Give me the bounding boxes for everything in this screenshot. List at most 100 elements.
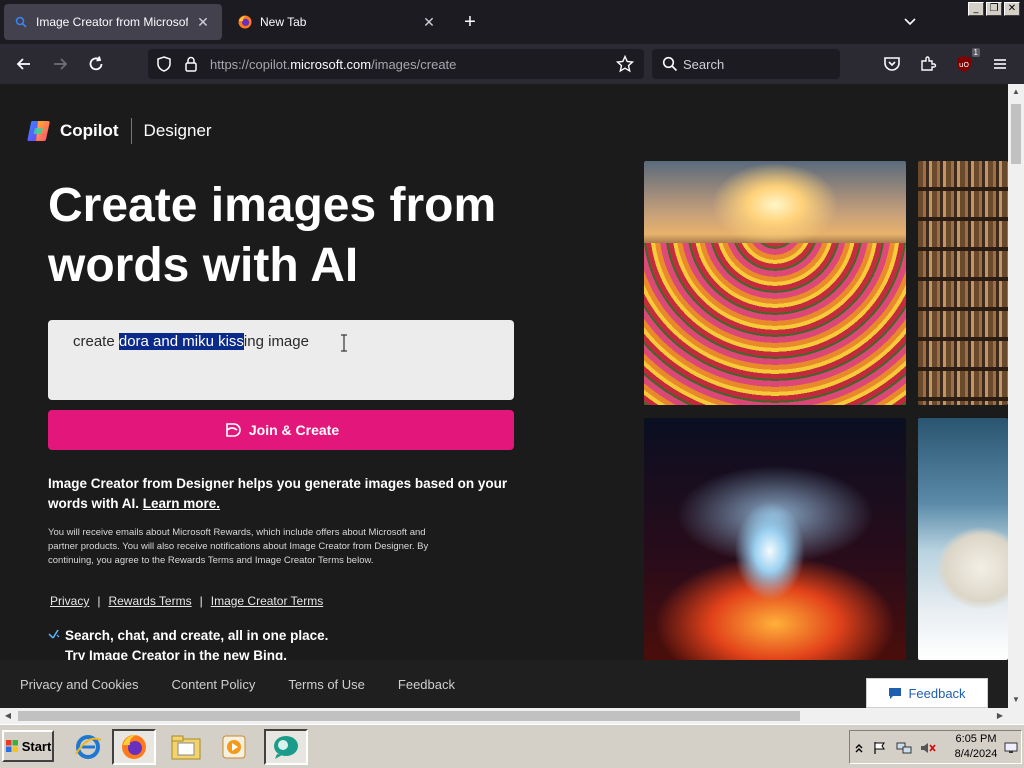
- extension-badge: 1: [971, 48, 980, 57]
- footer-feedback-link[interactable]: Feedback: [398, 677, 455, 692]
- close-icon[interactable]: ✕: [420, 14, 438, 31]
- show-desktop-icon[interactable]: [1004, 741, 1020, 755]
- legal-notice: You will receive emails about Microsoft …: [48, 527, 429, 566]
- brand-header[interactable]: Copilot Designer: [26, 118, 212, 144]
- horizontal-scrollbar[interactable]: ◀ ▶: [0, 708, 1008, 724]
- taskbar: Start 6:05 PM 8/4/2024: [0, 724, 1024, 768]
- start-label: Start: [21, 738, 52, 754]
- page-content: Copilot Designer Create images from word…: [0, 84, 1008, 660]
- scroll-down-arrow-icon[interactable]: ▼: [1008, 692, 1024, 708]
- feedback-chat-icon: [888, 686, 902, 700]
- scroll-thumb[interactable]: [18, 711, 800, 721]
- join-and-create-button[interactable]: Join & Create: [48, 410, 514, 450]
- clock-time[interactable]: 6:05 PM: [952, 733, 1000, 745]
- tab-strip: Image Creator from Microsoft Designer ✕ …: [0, 0, 1024, 44]
- search-bar[interactable]: Search: [652, 49, 840, 79]
- prompt-text: create dora and miku kissing image: [73, 333, 309, 350]
- description: Image Creator from Designer helps you ge…: [48, 474, 508, 514]
- navigation-bar: https://copilot.microsoft.com/images/cre…: [0, 44, 1024, 84]
- image-creator-terms-link[interactable]: Image Creator Terms: [209, 594, 325, 608]
- privacy-link[interactable]: Privacy: [48, 594, 91, 608]
- lock-icon[interactable]: [184, 56, 198, 77]
- url-text: https://copilot.microsoft.com/images/cre…: [210, 57, 456, 72]
- scroll-thumb[interactable]: [1011, 104, 1021, 164]
- ie-icon[interactable]: [66, 729, 110, 765]
- firefox-icon[interactable]: [112, 729, 156, 765]
- star-icon[interactable]: [615, 54, 635, 78]
- extensions-icon[interactable]: [916, 52, 940, 76]
- brand-divider: [130, 118, 132, 144]
- action-center-flag-icon[interactable]: [872, 741, 888, 755]
- forward-arrow-icon[interactable]: [48, 52, 72, 76]
- search-icon: [14, 15, 28, 29]
- tab-image-creator[interactable]: Image Creator from Microsoft Designer ✕: [4, 4, 222, 40]
- bing-promo: Search, chat, and create, all in one pla…: [48, 626, 328, 660]
- learn-more-link[interactable]: Learn more.: [143, 496, 220, 511]
- promo-line-2: Try Image Creator in the new Bing.: [65, 648, 288, 660]
- description-text: Image Creator from Designer helps you ge…: [48, 476, 508, 511]
- rewards-terms-link[interactable]: Rewards Terms: [106, 594, 193, 608]
- window-controls: _ ❐ ✕: [968, 2, 1020, 16]
- close-icon[interactable]: ✕: [194, 14, 212, 31]
- search-icon: [662, 56, 678, 77]
- firefox-icon: [238, 15, 252, 29]
- new-tab-button[interactable]: +: [458, 10, 482, 34]
- feedback-label: Feedback: [908, 685, 966, 701]
- text-cursor-icon: [340, 334, 347, 352]
- minimize-button[interactable]: _: [968, 2, 984, 16]
- example-image-tulips[interactable]: [644, 161, 906, 405]
- pocket-icon[interactable]: [880, 52, 904, 76]
- url-path: /images/create: [371, 57, 457, 72]
- example-image-polar-bear[interactable]: [918, 418, 1008, 660]
- close-window-button[interactable]: ✕: [1004, 2, 1020, 16]
- chevron-down-icon[interactable]: [900, 12, 920, 32]
- privacy-cookies-link[interactable]: Privacy and Cookies: [20, 677, 139, 692]
- restore-button[interactable]: ❐: [986, 2, 1002, 16]
- chevron-up-icon[interactable]: [854, 741, 870, 755]
- windows-flag-icon: [5, 739, 19, 753]
- tab-title: New Tab: [260, 15, 307, 29]
- example-image-phoenix[interactable]: [644, 418, 906, 660]
- scroll-left-arrow-icon[interactable]: ◀: [0, 708, 16, 724]
- clock-date[interactable]: 8/4/2024: [950, 748, 1002, 760]
- terms-of-use-link[interactable]: Terms of Use: [288, 677, 365, 692]
- start-button[interactable]: Start: [2, 730, 54, 762]
- system-tray: 6:05 PM 8/4/2024: [849, 730, 1022, 764]
- tab-title: Image Creator from Microsoft Designer: [36, 15, 188, 29]
- link-separator: |: [199, 594, 203, 608]
- address-bar[interactable]: https://copilot.microsoft.com/images/cre…: [148, 49, 644, 79]
- tulip-rows: [644, 243, 906, 405]
- media-player-icon[interactable]: [212, 729, 256, 765]
- scrollbar-corner: [1008, 708, 1024, 724]
- back-arrow-icon[interactable]: [12, 52, 36, 76]
- feedback-button[interactable]: Feedback: [866, 678, 988, 708]
- designer-create-icon: [223, 421, 241, 439]
- folder-icon[interactable]: [164, 729, 208, 765]
- brand-name: Copilot: [60, 121, 119, 140]
- ublock-icon[interactable]: uO 1: [952, 48, 980, 76]
- svg-text:uO: uO: [959, 61, 969, 69]
- prompt-text-selected: dora and miku kiss: [118, 333, 244, 350]
- product-name: Designer: [143, 121, 212, 140]
- content-policy-link[interactable]: Content Policy: [172, 677, 256, 692]
- join-button-label: Join & Create: [248, 422, 340, 438]
- legal-links: Privacy | Rewards Terms | Image Creator …: [48, 594, 325, 608]
- reload-icon[interactable]: [84, 52, 108, 76]
- example-image-library[interactable]: [918, 161, 1008, 405]
- chat-app-icon[interactable]: [264, 729, 308, 765]
- scroll-right-arrow-icon[interactable]: ▶: [992, 708, 1008, 724]
- volume-muted-icon[interactable]: [920, 741, 936, 755]
- vertical-scrollbar[interactable]: ▲ ▼: [1008, 84, 1024, 708]
- prompt-input[interactable]: create dora and miku kissing image: [48, 320, 514, 400]
- network-icon[interactable]: [896, 741, 912, 755]
- url-host: microsoft.com: [290, 57, 372, 72]
- scroll-up-arrow-icon[interactable]: ▲: [1008, 84, 1024, 100]
- shield-icon[interactable]: [156, 56, 172, 77]
- link-separator: |: [97, 594, 101, 608]
- menu-icon[interactable]: [988, 52, 1012, 76]
- page-title: Create images from words with AI: [48, 179, 497, 292]
- page-footer: Privacy and Cookies Content Policy Terms…: [0, 660, 1008, 708]
- footer-links: Privacy and Cookies Content Policy Terms…: [20, 677, 455, 692]
- tab-new-tab[interactable]: New Tab ✕: [228, 4, 448, 40]
- sparkle-icon: [48, 626, 60, 639]
